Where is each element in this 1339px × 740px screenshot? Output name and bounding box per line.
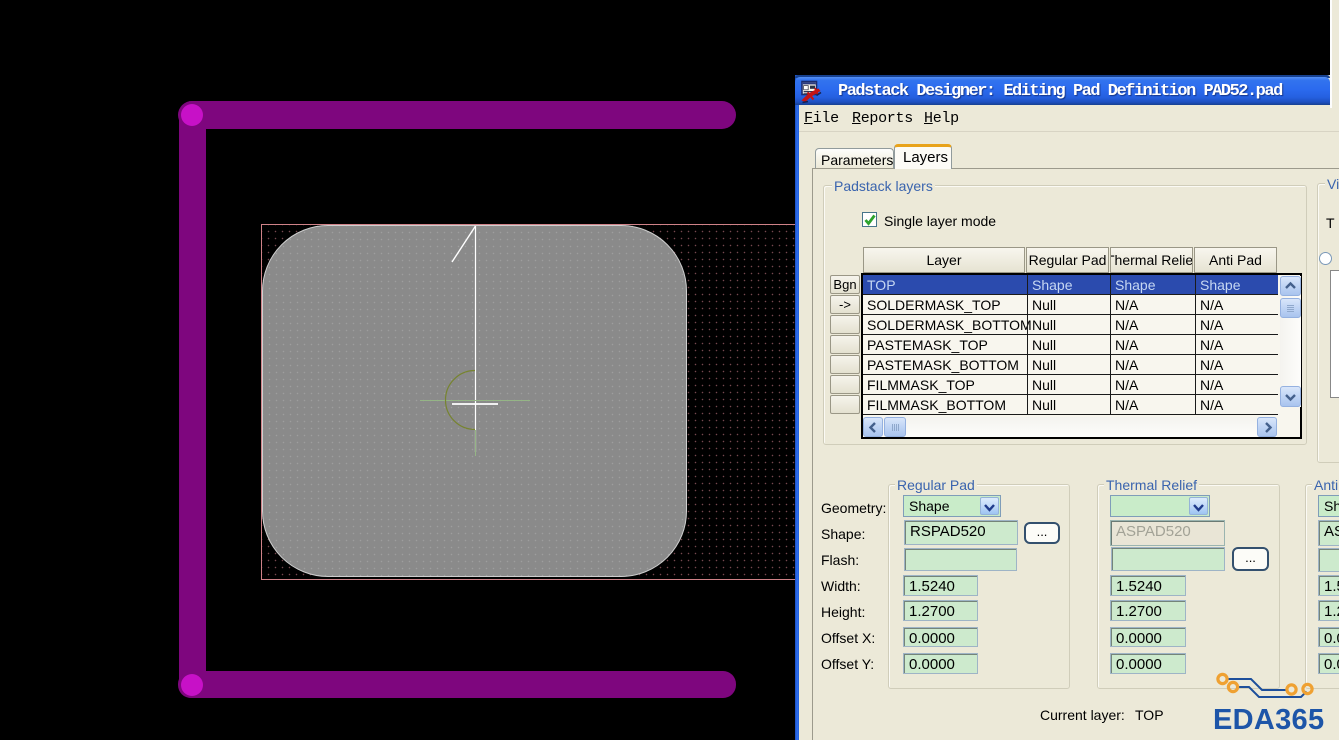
svg-text:EDA365: EDA365 xyxy=(1213,704,1324,736)
